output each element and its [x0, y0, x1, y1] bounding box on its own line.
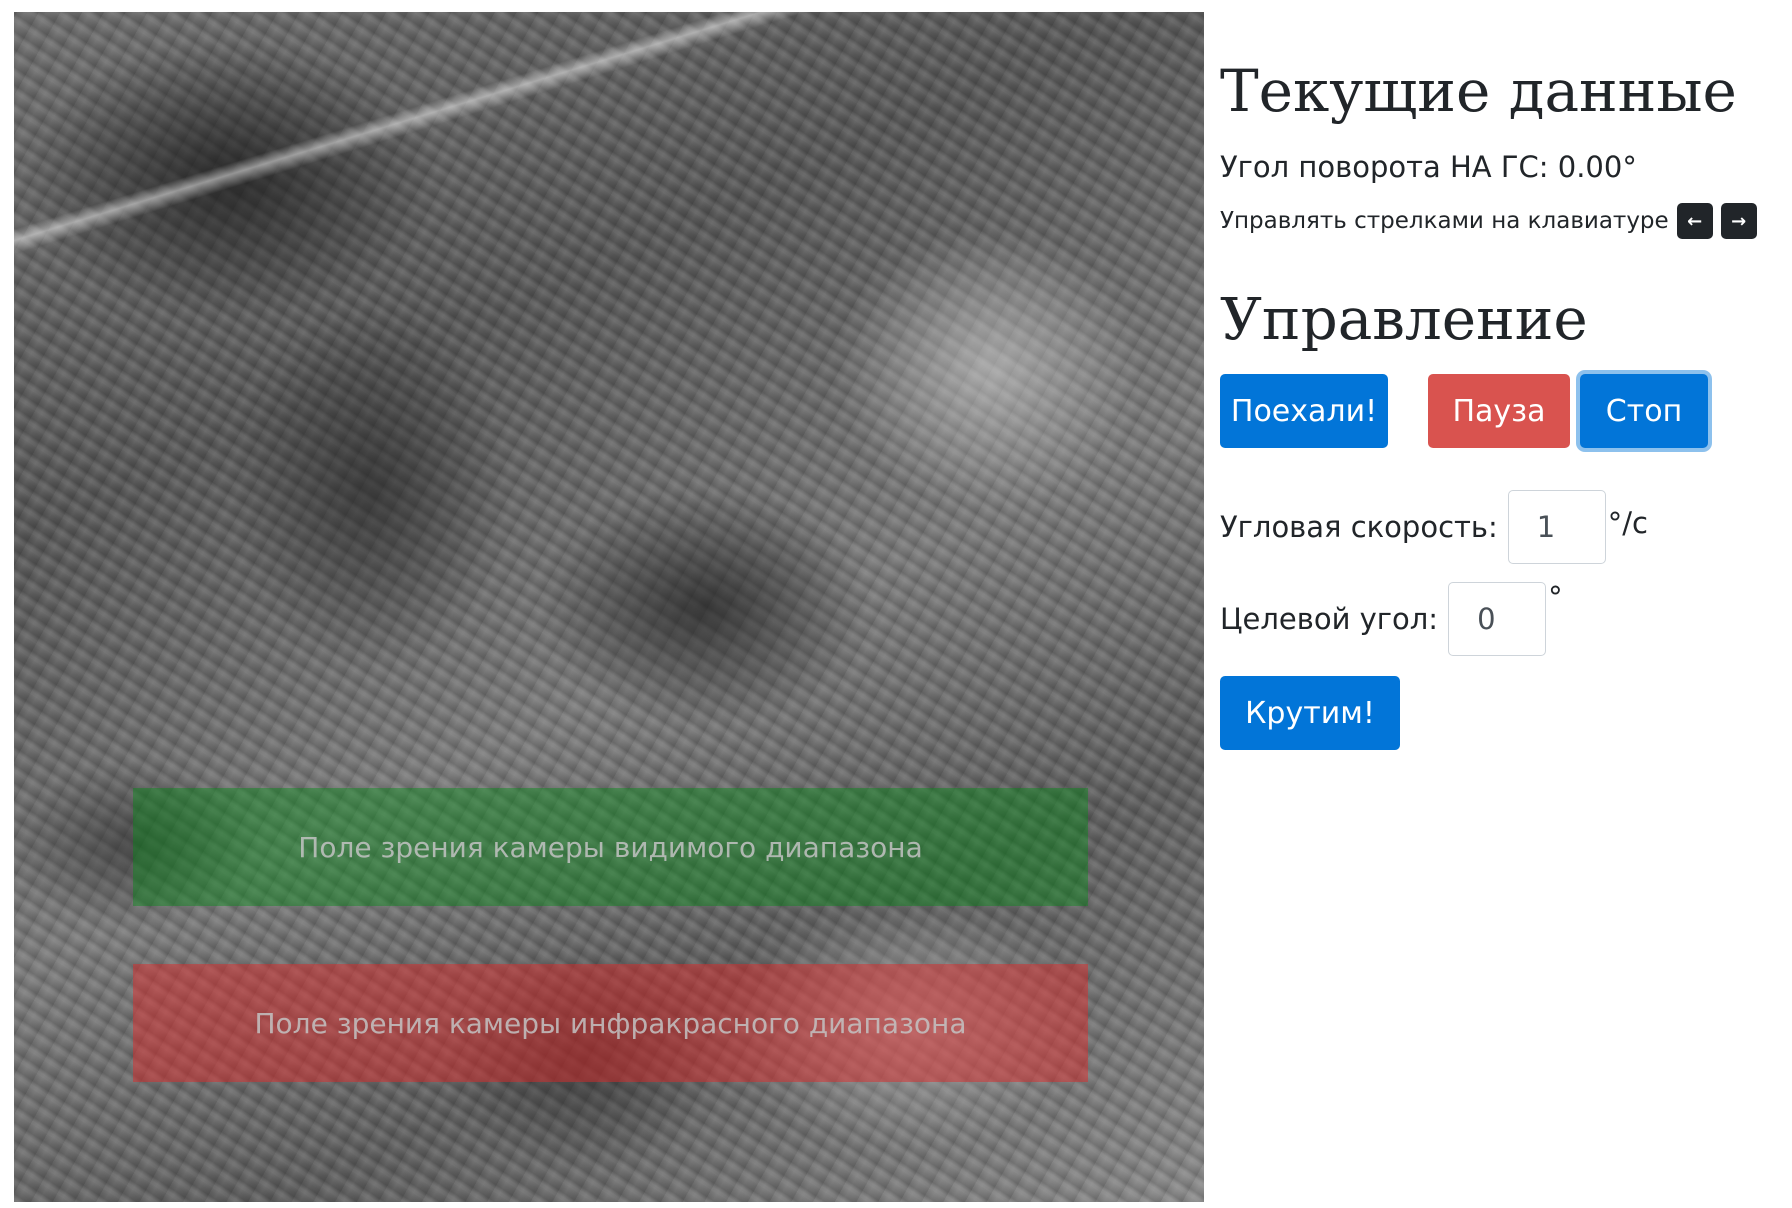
target-angle-row: Целевой угол: ° [1220, 580, 1563, 656]
satellite-map[interactable]: Поле зрения камеры видимого диапазона По… [14, 12, 1204, 1202]
pause-button[interactable]: Пауза [1428, 374, 1570, 448]
keyboard-hint: Управлять стрелками на клавиатуре ← → [1220, 203, 1757, 239]
right-arrow-key-icon: → [1720, 203, 1757, 239]
visible-camera-fov: Поле зрения камеры видимого диапазона [133, 788, 1088, 906]
infrared-camera-fov-label: Поле зрения камеры инфракрасного диапазо… [254, 1006, 967, 1040]
infrared-camera-fov: Поле зрения камеры инфракрасного диапазо… [133, 964, 1088, 1082]
left-arrow-key-icon: ← [1676, 203, 1713, 239]
angular-speed-unit: °/с [1607, 506, 1648, 540]
target-angle-input[interactable] [1448, 582, 1547, 656]
target-angle-unit: ° [1548, 580, 1563, 614]
angular-speed-input[interactable] [1507, 490, 1606, 564]
visible-camera-fov-label: Поле зрения камеры видимого диапазона [298, 830, 923, 864]
start-button[interactable]: Поехали! [1220, 374, 1388, 448]
map-ridge-texture [14, 12, 839, 266]
current-data-heading: Текущие данные [1220, 57, 1737, 125]
angular-speed-label: Угловая скорость: [1220, 510, 1498, 544]
control-heading: Управление [1220, 285, 1588, 353]
stop-button[interactable]: Стоп [1580, 374, 1708, 448]
rotation-angle-readout: Угол поворота НА ГС: 0.00° [1220, 150, 1637, 184]
page: Поле зрения камеры видимого диапазона По… [0, 0, 1792, 1208]
target-angle-label: Целевой угол: [1220, 602, 1439, 636]
rotate-button[interactable]: Крутим! [1220, 676, 1400, 750]
angular-speed-row: Угловая скорость: °/с [1220, 490, 1648, 564]
keyboard-hint-text: Управлять стрелками на клавиатуре [1220, 208, 1669, 234]
